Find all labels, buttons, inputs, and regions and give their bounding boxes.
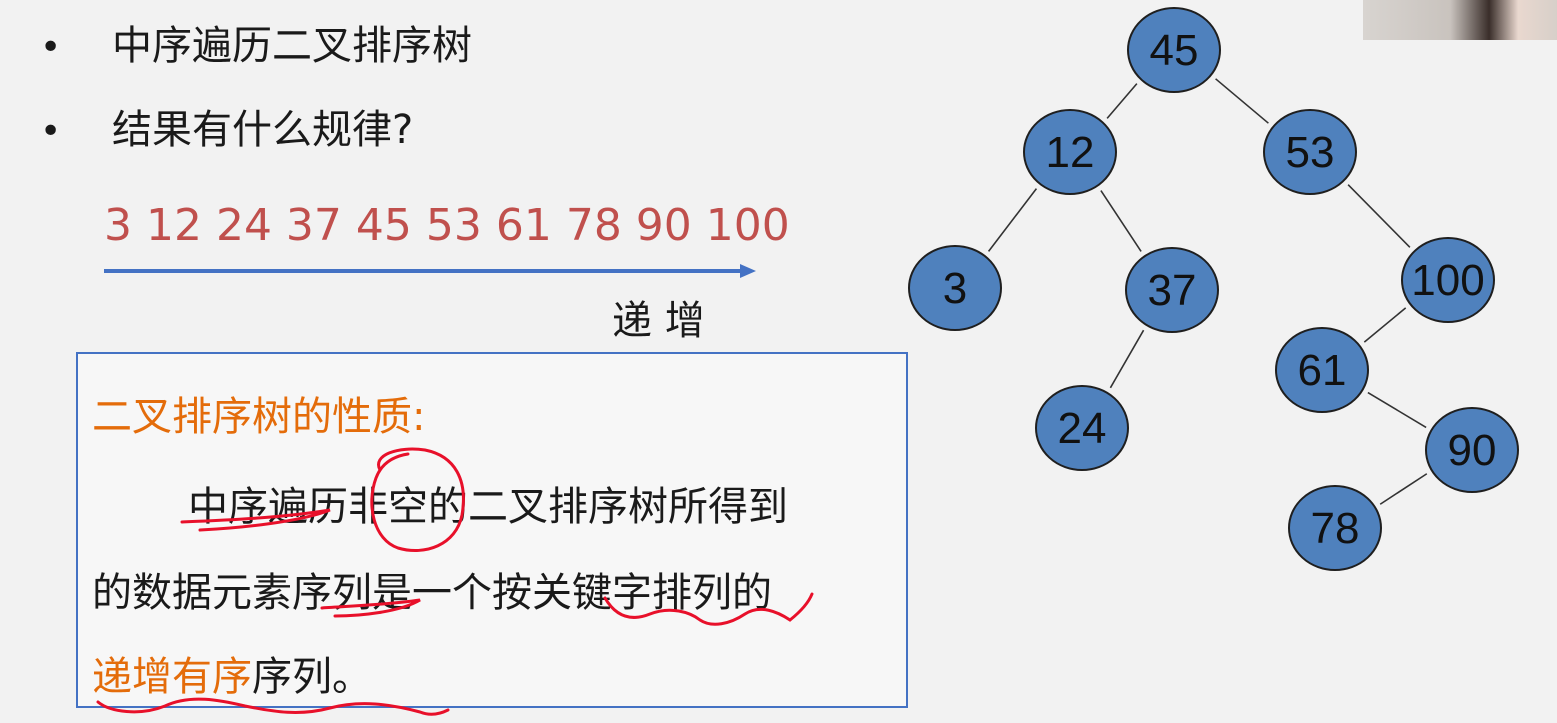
tree-edge-100-61 [1363, 307, 1407, 343]
tree-edge-12-3 [987, 188, 1038, 252]
tree-node-37: 37 [1125, 247, 1219, 333]
tree-nodes: 45 12 53 3 37 100 24 61 90 78 [908, 7, 1519, 571]
tree-node-label: 45 [1150, 26, 1199, 75]
tree-node-61: 61 [1275, 327, 1369, 413]
tree-node-label: 78 [1311, 504, 1360, 553]
tree-node-label: 37 [1148, 266, 1197, 315]
tree-node-12: 12 [1023, 109, 1117, 195]
tree-edge-37-24 [1109, 329, 1145, 389]
tree-node-label: 90 [1448, 426, 1497, 475]
tree-node-label: 100 [1411, 256, 1484, 305]
tree-node-3: 3 [908, 245, 1002, 331]
tree-edge-45-12 [1106, 83, 1138, 119]
tree-node-24: 24 [1035, 385, 1129, 471]
tree-node-label: 61 [1298, 346, 1347, 395]
tree-edge-61-90 [1367, 391, 1427, 429]
tree-node-45: 45 [1127, 7, 1221, 93]
tree-edge-90-78 [1379, 473, 1428, 505]
tree-edge-45-53 [1215, 78, 1269, 124]
tree-node-label: 3 [943, 264, 967, 313]
tree-edge-53-100 [1347, 184, 1411, 248]
tree-node-78: 78 [1288, 485, 1382, 571]
binary-sort-tree: 45 12 53 3 37 100 24 61 90 78 [908, 7, 1519, 571]
tree-node-label: 24 [1058, 404, 1107, 453]
tree-node-100: 100 [1401, 237, 1495, 323]
tree-node-label: 12 [1046, 128, 1095, 177]
tree-node-53: 53 [1263, 109, 1357, 195]
tree-node-label: 53 [1286, 128, 1335, 177]
tree-node-90: 90 [1425, 407, 1519, 493]
tree-edge-12-37 [1100, 190, 1142, 252]
